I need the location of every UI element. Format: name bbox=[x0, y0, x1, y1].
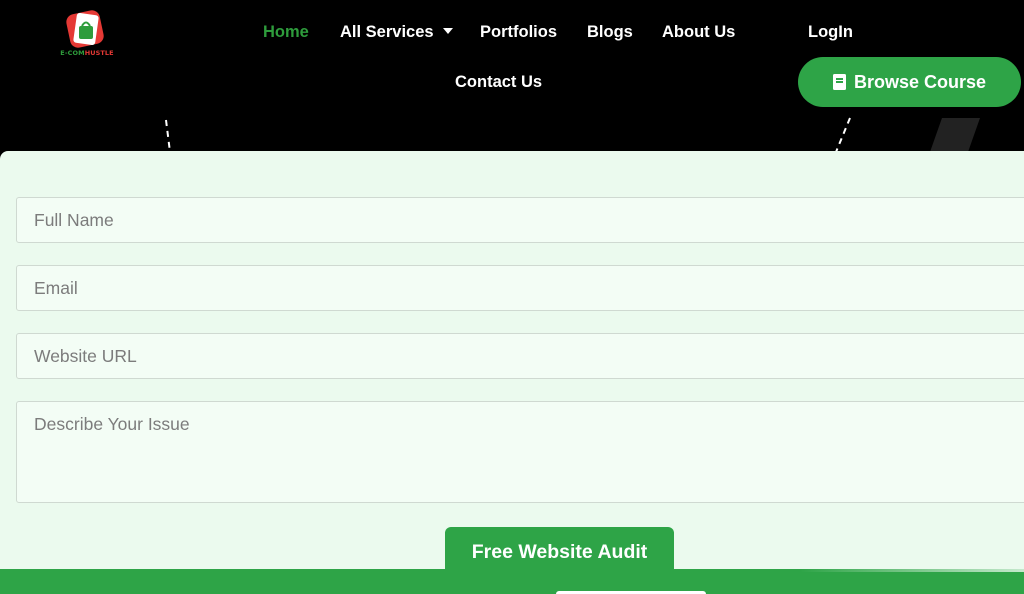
nav-home-link[interactable]: Home bbox=[263, 22, 309, 42]
logo-text-ecom: E-COM bbox=[60, 49, 85, 57]
audit-form-panel bbox=[0, 151, 1024, 571]
caret-down-icon bbox=[442, 28, 453, 34]
nav-all-services-label: All Services bbox=[340, 23, 434, 41]
issue-description-textarea[interactable] bbox=[16, 401, 1024, 503]
website-url-input[interactable] bbox=[16, 333, 1024, 379]
logo-text-hustle: HUSTLE bbox=[84, 49, 114, 57]
nav-blogs-link[interactable]: Blogs bbox=[587, 22, 633, 42]
logo-wordmark: E-COMHUSTLE bbox=[52, 49, 122, 57]
full-name-input[interactable] bbox=[16, 197, 1024, 243]
free-website-audit-button[interactable]: Free Website Audit bbox=[445, 527, 674, 577]
shopping-bag-logo-icon bbox=[66, 10, 104, 48]
nav-all-services-link[interactable]: All Services bbox=[340, 22, 453, 42]
email-input[interactable] bbox=[16, 265, 1024, 311]
nav-contact-us-link[interactable]: Contact Us bbox=[455, 72, 542, 92]
nav-about-us-link[interactable]: About Us bbox=[662, 22, 735, 42]
browse-course-label: Browse Course bbox=[853, 71, 987, 92]
nav-login-link[interactable]: LogIn bbox=[808, 22, 853, 42]
site-logo[interactable]: E-COMHUSTLE bbox=[52, 8, 122, 62]
book-icon bbox=[832, 74, 846, 90]
nav-portfolios-link[interactable]: Portfolios bbox=[480, 22, 557, 42]
footer-fade bbox=[800, 569, 1024, 572]
browse-course-button[interactable]: Browse Course bbox=[798, 57, 1021, 107]
